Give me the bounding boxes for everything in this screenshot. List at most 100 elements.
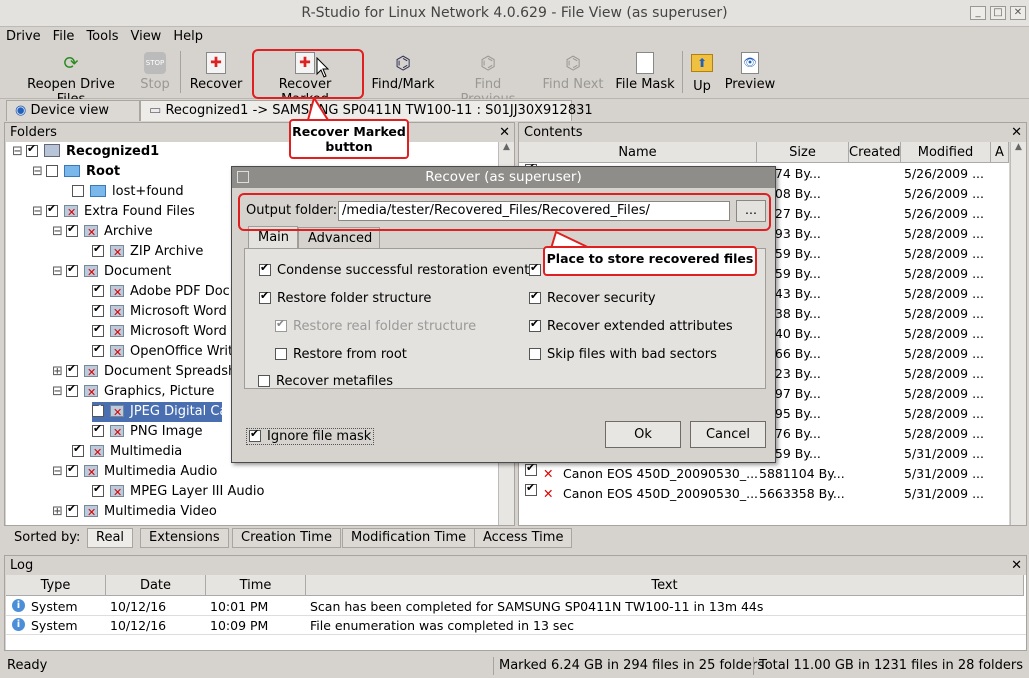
dialog-menu-icon[interactable]: [237, 171, 249, 183]
log-date: 10/12/16: [110, 599, 167, 614]
log-header: Log ✕: [5, 556, 1026, 575]
cancel-button[interactable]: Cancel: [690, 421, 766, 448]
tree-item[interactable]: Multimedia: [72, 442, 182, 463]
log-row[interactable]: i System 10/12/16 10:09 PM File enumerat…: [6, 616, 1026, 635]
skip-bad-checkbox[interactable]: Skip files with bad sectors: [529, 347, 717, 362]
restore-real-checkbox[interactable]: Restore real folder structure: [275, 317, 476, 334]
column-created[interactable]: Created: [849, 142, 901, 163]
reopen-drive-files-button[interactable]: ⟳ Reopen Drive Files: [12, 50, 130, 107]
find-next-button[interactable]: ⌬ Find Next: [540, 50, 606, 96]
scroll-up-icon[interactable]: ▲: [499, 142, 514, 152]
column-name[interactable]: Name: [519, 142, 757, 163]
up-button[interactable]: ⬆ Up: [688, 50, 716, 96]
log-column-type[interactable]: Type: [6, 575, 106, 596]
tree-item[interactable]: ⊟Archive: [52, 222, 153, 243]
recover-security-checkbox[interactable]: Recover security: [529, 289, 656, 306]
tree-item[interactable]: ⊞Document Spreadsh: [52, 362, 236, 383]
menu-tools[interactable]: Tools: [80, 27, 124, 47]
restore-root-checkbox[interactable]: Restore from root: [275, 347, 407, 362]
skip-bad-label: Skip files with bad sectors: [547, 347, 717, 362]
minimize-button[interactable]: _: [970, 6, 986, 20]
tree-item[interactable]: ⊟ Root: [32, 162, 120, 182]
contents-title: Contents: [524, 125, 583, 140]
extra-files-icon: [64, 203, 78, 223]
log-table: Type Date Time Text i System 10/12/16 10…: [6, 575, 1026, 650]
view-tabs: ◉ Device view ▭ Recognized1 -> SAMSUNG S…: [0, 99, 1029, 121]
sort-tab-creation-time[interactable]: Creation Time: [232, 528, 341, 548]
content-row[interactable]: ✕ Canon EOS 450D_20090530_...5881104 By..…: [519, 461, 1009, 484]
tree-item[interactable]: ZIP Archive: [92, 242, 203, 263]
tree-item[interactable]: ⊟Document: [52, 262, 171, 283]
ignore-mask-label: Ignore file mask: [267, 429, 372, 444]
recover-ext-checkbox[interactable]: Recover extended attributes: [529, 317, 733, 334]
ignore-mask-checkbox[interactable]: Ignore file mask: [246, 427, 375, 445]
sort-tab-modification-time[interactable]: Modification Time: [342, 528, 476, 548]
tree-item[interactable]: OpenOffice Write: [92, 342, 241, 363]
file-mask-button[interactable]: File Mask: [614, 50, 676, 96]
tree-item[interactable]: lost+found: [72, 182, 184, 202]
tree-item[interactable]: ⊟Graphics, Picture: [52, 382, 214, 403]
maximize-button[interactable]: □: [990, 6, 1006, 20]
close-window-button[interactable]: ✕: [1010, 6, 1026, 20]
tree-item[interactable]: Microsoft Word D: [92, 322, 241, 343]
tab-recognized[interactable]: ▭ Recognized1 -> SAMSUNG SP0411N TW100-1…: [140, 100, 593, 121]
tree-item[interactable]: ⊟Multimedia Audio: [52, 462, 217, 483]
menu-help[interactable]: Help: [167, 27, 209, 47]
tab-device-view[interactable]: ◉ Device view: [6, 100, 140, 121]
browse-button[interactable]: ...: [736, 200, 766, 222]
sort-tab-real[interactable]: Real: [87, 528, 134, 548]
column-extra[interactable]: A: [991, 142, 1009, 163]
find-previous-button[interactable]: ⌬ Find Previous: [446, 50, 530, 107]
restore-folder-label: Restore folder structure: [277, 291, 432, 306]
log-column-time[interactable]: Time: [206, 575, 306, 596]
menu-view[interactable]: View: [124, 27, 167, 47]
close-icon[interactable]: ✕: [1011, 123, 1022, 142]
folder-icon: [64, 165, 80, 177]
restore-folder-checkbox[interactable]: Restore folder structure: [259, 289, 432, 306]
recover-security-label: Recover security: [547, 291, 656, 306]
tab-advanced[interactable]: Advanced: [298, 227, 380, 248]
tree-item-selected[interactable]: JPEG Digital Cam: [92, 402, 240, 423]
tree-item-label: Microsoft Word 2: [130, 304, 240, 319]
file-type-icon: [84, 263, 98, 283]
ok-button[interactable]: Ok: [605, 421, 681, 448]
content-row[interactable]: ✕ Canon EOS 450D_20090530_...5663358 By..…: [519, 481, 1009, 504]
close-icon[interactable]: ✕: [499, 123, 510, 142]
tree-item[interactable]: Microsoft Word 2: [92, 302, 240, 323]
stop-button[interactable]: STOP Stop: [137, 50, 173, 96]
log-column-date[interactable]: Date: [106, 575, 206, 596]
scroll-up-icon[interactable]: ▲: [1011, 142, 1026, 152]
condense-checkbox[interactable]: Condense successful restoration events: [259, 261, 536, 278]
find-mark-button[interactable]: ⌬ Find/Mark: [370, 50, 436, 96]
menu-file[interactable]: File: [47, 27, 81, 47]
contents-scrollbar[interactable]: ▲: [1010, 142, 1026, 525]
row-modified: 5/28/2009 ...: [904, 226, 984, 241]
column-modified[interactable]: Modified: [901, 142, 991, 163]
tree-item[interactable]: ⊞Multimedia Video: [52, 502, 217, 523]
preview-button[interactable]: 👁 Preview: [722, 50, 778, 96]
log-column-text[interactable]: Text: [306, 575, 1024, 596]
tree-item[interactable]: MPEG Layer III Audio: [92, 482, 265, 503]
binoculars-prev-icon: ⌬: [480, 53, 496, 74]
tree-item[interactable]: Adobe PDF Docu: [92, 282, 238, 303]
tree-item[interactable]: ⊟Recognized1: [12, 142, 159, 162]
sort-tab-access-time[interactable]: Access Time: [474, 528, 573, 548]
menu-drive[interactable]: Drive: [0, 27, 47, 47]
output-folder-input[interactable]: /media/tester/Recovered_Files/Recovered_…: [338, 201, 730, 221]
recover-button[interactable]: ✚ Recover: [188, 50, 244, 96]
log-row[interactable]: i System 10/12/16 10:01 PM Scan has been…: [6, 597, 1026, 616]
tab-main[interactable]: Main: [248, 226, 298, 248]
folder-icon: [90, 185, 106, 197]
recover-marked-button[interactable]: ✚ Recover Marked: [254, 50, 356, 107]
sort-tab-extensions[interactable]: Extensions: [140, 528, 229, 548]
row-modified: 5/28/2009 ...: [904, 346, 984, 361]
column-size[interactable]: Size: [757, 142, 849, 163]
file-type-icon: [110, 243, 124, 263]
tree-item-label: MPEG Layer III Audio: [130, 484, 265, 499]
tree-item[interactable]: PNG Image: [92, 422, 202, 443]
close-icon[interactable]: ✕: [1011, 556, 1022, 575]
tree-item[interactable]: ⊟Extra Found Files: [32, 202, 195, 223]
tab-device-view-label: Device view: [30, 103, 110, 118]
recover-meta-checkbox[interactable]: Recover metafiles: [258, 374, 393, 389]
sort-tab-label: Creation Time: [241, 530, 332, 545]
